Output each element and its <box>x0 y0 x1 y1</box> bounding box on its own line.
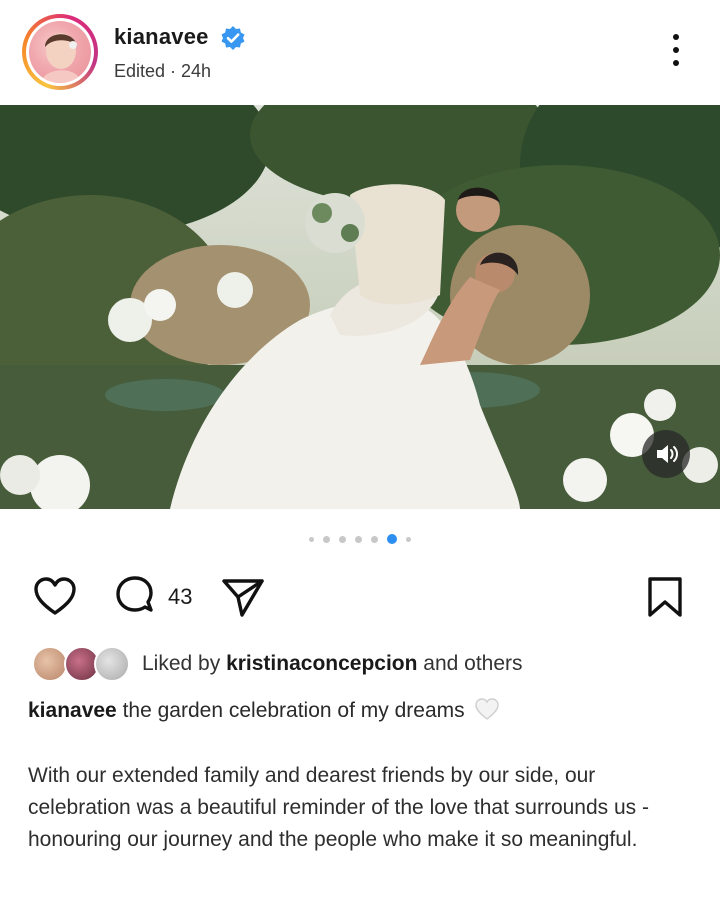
white-heart-icon <box>474 697 500 727</box>
likes-row[interactable]: Liked by kristinaconcepcion and others <box>28 646 708 686</box>
carousel-dot <box>355 535 362 543</box>
carousel-dot <box>371 535 378 543</box>
heart-icon[interactable] <box>32 574 78 620</box>
carousel-dot <box>309 536 314 542</box>
caption: kianavee the garden celebration of my dr… <box>28 697 500 727</box>
action-bar: 43 <box>0 568 720 624</box>
avatar-image <box>29 21 91 83</box>
carousel-dot <box>339 535 346 543</box>
caption-text: the garden celebration of my dreams <box>122 699 465 722</box>
carousel-dot <box>406 536 411 542</box>
caption-username[interactable]: kianavee <box>28 699 117 722</box>
post-photo[interactable] <box>0 105 720 509</box>
comment-count: 43 <box>168 584 193 609</box>
likes-prefix: Liked by <box>142 652 221 675</box>
liker-username[interactable]: kristinaconcepcion <box>226 652 417 675</box>
post-meta: Edited · 24h <box>114 61 212 81</box>
liker-avatar <box>94 646 130 682</box>
likes-suffix[interactable]: and others <box>423 652 522 675</box>
bookmark-icon[interactable] <box>642 574 688 620</box>
liker-avatar <box>32 646 68 682</box>
post-header: kianavee Edited · 24h <box>0 0 720 105</box>
username[interactable]: kianavee <box>114 24 209 50</box>
carousel-dot <box>323 535 330 543</box>
send-icon[interactable] <box>220 574 266 620</box>
verified-badge-icon <box>220 25 246 51</box>
profile-avatar[interactable] <box>22 14 98 90</box>
carousel-dot-active <box>387 534 397 544</box>
more-vertical-icon[interactable] <box>662 34 690 74</box>
likes-summary: Liked by kristinaconcepcion and others <box>142 652 523 676</box>
carousel-indicator <box>0 532 720 546</box>
comment-icon[interactable] <box>112 574 158 620</box>
caption-body: With our extended family and dearest fri… <box>28 764 650 851</box>
speaker-icon[interactable] <box>642 430 690 478</box>
